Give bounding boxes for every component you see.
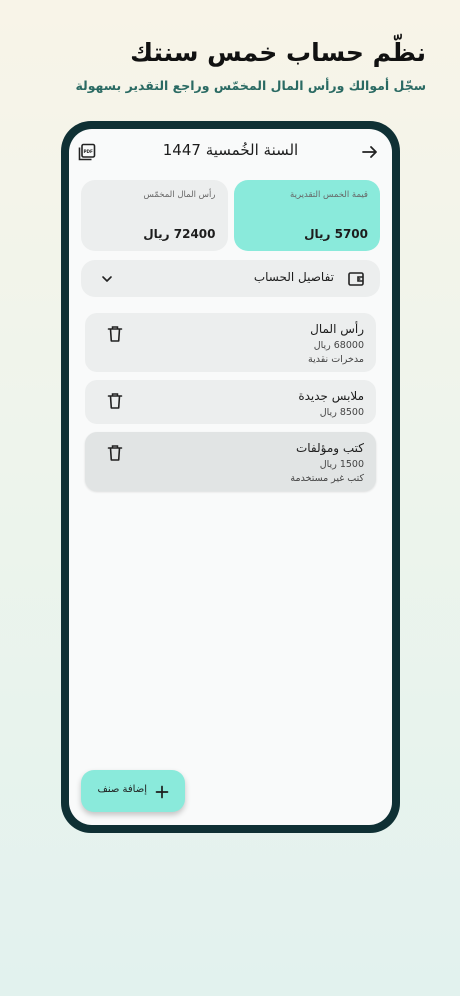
promo-headline: نظّم حساب خمس سنتك [130,38,426,67]
trash-icon[interactable] [107,325,123,343]
khums-estimate-label: قيمة الخمس التقديرية [290,190,368,200]
chevron-down-icon[interactable] [95,267,119,291]
khums-estimate-card: قيمة الخمس التقديرية 5700 ريال [233,180,380,251]
pdf-export-icon[interactable]: PDF [75,140,99,164]
account-details-label: تفاصيل الحساب [253,270,334,284]
item-description: كتب غير مستخدمة [290,473,364,484]
plus-icon [155,784,169,799]
item-amount: 1500 ريال [319,459,364,470]
trash-icon[interactable] [107,444,123,462]
khums-estimate-value: 5700 ريال [304,227,368,241]
item-amount: 8500 ريال [319,407,364,418]
list-item[interactable]: ملابس جديدة 8500 ريال [85,380,376,424]
wallet-icon [344,267,368,291]
item-name: كتب ومؤلفات [295,441,364,455]
item-description: مدخرات نقدية [308,354,364,365]
add-item-label: إضافة صنف [97,784,148,795]
capital-card: رأس المال المخمّس 72400 ريال [81,180,228,251]
app-bar: PDF السنة الخُمسية 1447 [69,129,392,175]
item-amount: 68000 ريال [313,340,364,351]
list-item[interactable]: رأس المال 68000 ريال مدخرات نقدية [85,313,376,372]
summary-cards: رأس المال المخمّس 72400 ريال قيمة الخمس … [81,180,380,251]
phone-frame: PDF السنة الخُمسية 1447 رأس المال المخمّ… [61,121,400,833]
add-item-button[interactable]: إضافة صنف [81,770,185,812]
capital-value: 72400 ريال [143,227,216,241]
arrow-right-icon[interactable] [358,140,382,164]
item-name: رأس المال [310,322,364,336]
page-title: السنة الخُمسية 1447 [162,141,299,159]
item-name: ملابس جديدة [298,389,364,403]
list-item[interactable]: كتب ومؤلفات 1500 ريال كتب غير مستخدمة [85,432,376,491]
capital-label: رأس المال المخمّس [143,190,216,200]
account-details-toggle[interactable]: تفاصيل الحساب [81,260,380,297]
trash-icon[interactable] [107,392,123,410]
promo-subheadline: سجّل أموالك ورأس المال المخمّس وراجع الت… [75,78,426,93]
svg-text:PDF: PDF [83,149,93,154]
app-screen: PDF السنة الخُمسية 1447 رأس المال المخمّ… [69,129,392,825]
